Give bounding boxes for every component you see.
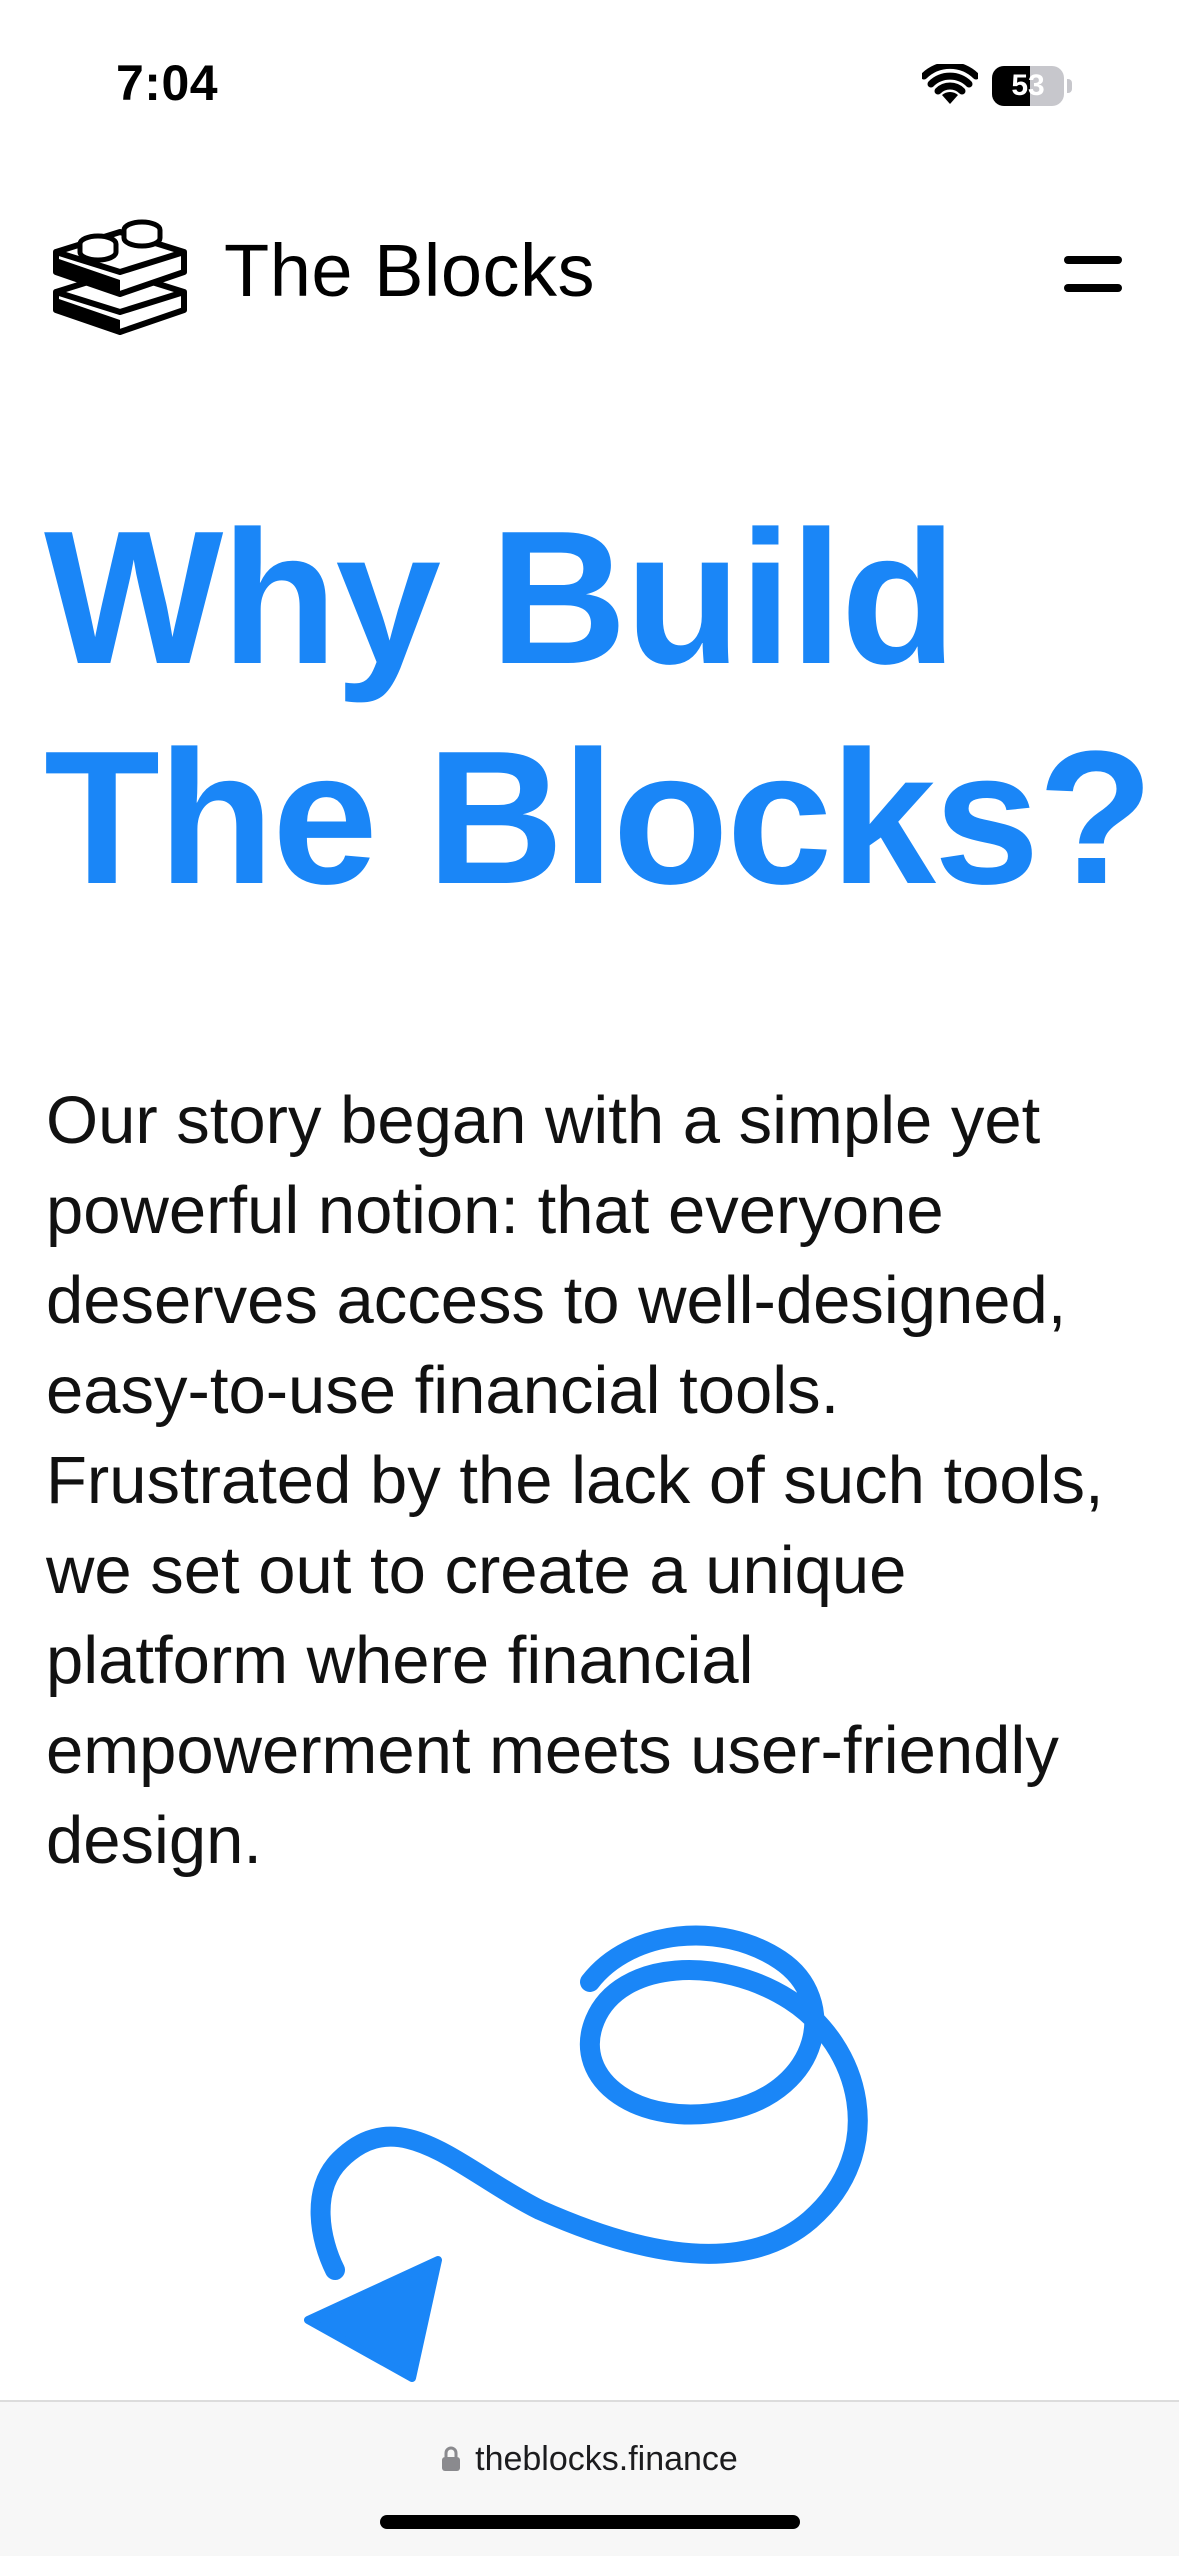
battery-body: 53: [992, 66, 1064, 106]
site-header: The Blocks: [0, 200, 1179, 350]
hero-title: Why Build The Blocks?: [44, 488, 1164, 928]
home-indicator[interactable]: [380, 2515, 800, 2529]
status-bar: 7:04 53: [0, 0, 1179, 150]
url-text: theblocks.finance: [475, 2440, 738, 2478]
brand-name[interactable]: The Blocks: [224, 230, 595, 312]
hero-title-line-2: The Blocks?: [44, 712, 1154, 924]
lego-bricks-icon[interactable]: [50, 210, 190, 335]
hamburger-menu-icon[interactable]: [1062, 248, 1124, 298]
swirl-arrow-icon: [304, 1925, 868, 2382]
menu-bar-bottom: [1064, 284, 1122, 292]
story-paragraph: Our story began with a simple yet powerf…: [46, 1083, 1104, 1878]
url-field[interactable]: theblocks.finance: [0, 2440, 1179, 2479]
battery-level: 53: [1011, 69, 1045, 102]
menu-bar-top: [1064, 256, 1122, 264]
lock-icon: [442, 2446, 461, 2471]
status-time: 7:04: [116, 55, 219, 111]
browser-address-bar: theblocks.finance: [0, 2400, 1179, 2556]
battery-cap: [1067, 79, 1072, 93]
wifi-icon: [922, 64, 978, 104]
battery-indicator: 53: [992, 66, 1072, 106]
hero-title-line-1: Why Build: [44, 492, 957, 704]
